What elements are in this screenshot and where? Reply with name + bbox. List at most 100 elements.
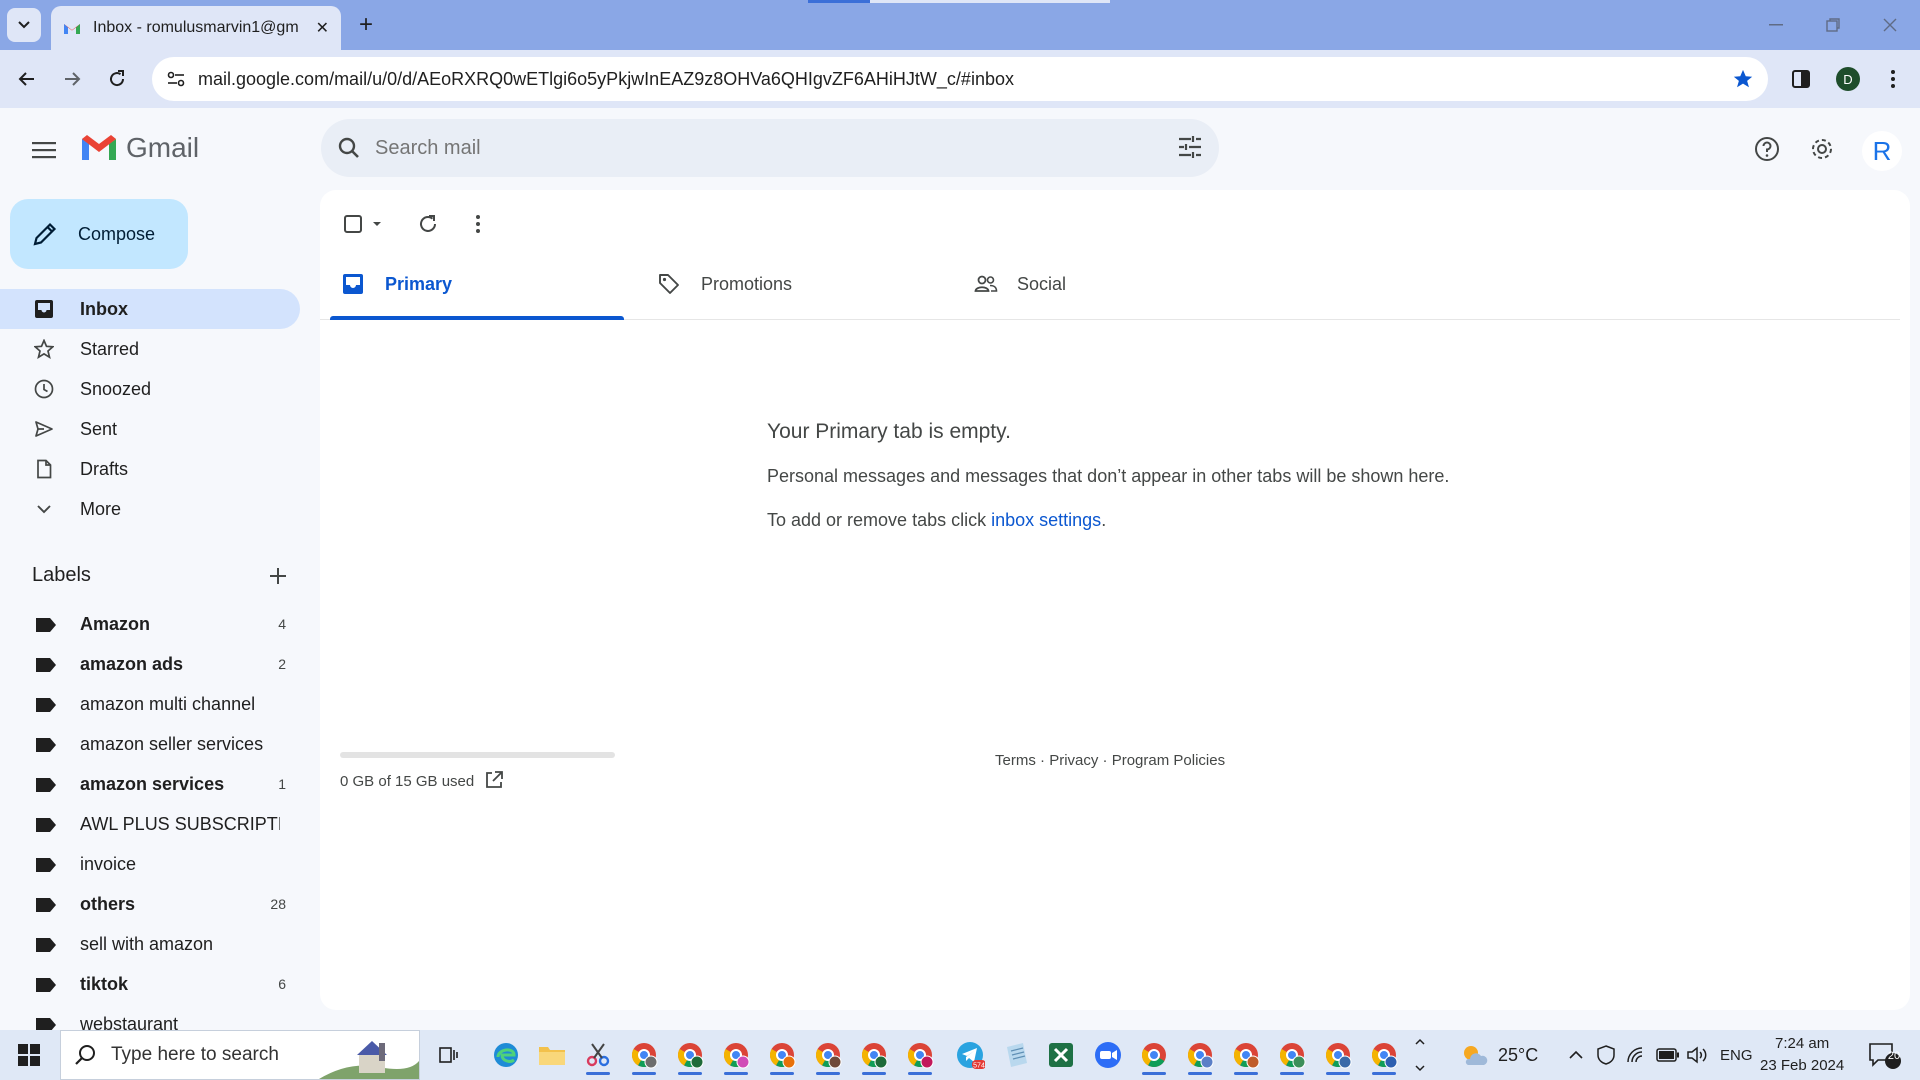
label-item[interactable]: tiktok 6 [0,964,300,1004]
gmail-logo[interactable]: Gmail [80,132,199,164]
taskbar-overflow-scroll[interactable] [1400,1035,1440,1075]
start-button[interactable] [0,1030,58,1080]
close-window-button[interactable] [1872,10,1908,40]
compose-button[interactable]: Compose [10,199,188,269]
taskbar-chrome-window[interactable] [716,1035,756,1075]
taskbar-snipping-tool[interactable] [578,1035,618,1075]
sidebar-item-snoozed[interactable]: Snoozed [0,369,300,409]
create-label-button[interactable] [264,562,292,590]
label-item[interactable]: invoice [0,844,300,884]
taskbar-chrome-window[interactable] [1364,1035,1404,1075]
notepad-icon [1007,1043,1027,1067]
taskbar-search[interactable]: Type here to search [60,1030,420,1080]
taskbar-chrome-window[interactable] [1318,1035,1358,1075]
storage-usage-bar [340,752,615,758]
bookmark-star-icon[interactable] [1732,68,1754,90]
tab-title: Inbox - romulusmarvin1@gmail [93,19,298,36]
side-panel-icon [1792,70,1810,88]
address-bar[interactable]: mail.google.com/mail/u/0/d/AEoRXRQ0wETlg… [152,57,1768,101]
taskbar-chrome-window[interactable] [1226,1035,1266,1075]
label-item[interactable]: amazon services 1 [0,764,300,804]
browser-tabstrip: Inbox - romulusmarvin1@gmail ✕ + [0,0,1920,50]
tab-promotions[interactable]: Promotions [636,248,952,320]
taskbar-notepad[interactable] [996,1035,1036,1075]
taskbar-telegram[interactable]: 574 [950,1035,990,1075]
inbox-settings-link[interactable]: inbox settings [991,510,1101,530]
clock-icon [34,379,54,399]
taskbar-chrome-window[interactable] [808,1035,848,1075]
taskbar-edge[interactable] [486,1035,526,1075]
volume-tray[interactable] [1686,1030,1708,1080]
new-tab-button[interactable]: + [352,11,380,39]
select-all-checkbox[interactable] [340,208,392,240]
tab-label: Social [1017,273,1067,294]
taskbar-chrome-window[interactable] [1272,1035,1312,1075]
label-item[interactable]: amazon multi channel [0,684,300,724]
search-icon[interactable] [337,136,361,160]
more-vert-icon [1891,70,1895,88]
taskbar-chrome-window[interactable] [854,1035,894,1075]
taskbar-chrome-window[interactable] [1180,1035,1220,1075]
checkbox-dropdown-icon [344,215,381,233]
search-input[interactable] [375,136,1115,160]
account-avatar[interactable]: R [1862,131,1902,171]
restore-button[interactable] [1815,10,1851,40]
label-unread-count: 28 [270,896,286,912]
taskbar-chrome-window[interactable] [762,1035,802,1075]
weather-widget[interactable]: 25°C [1460,1030,1538,1080]
terms-link[interactable]: Terms [995,752,1036,769]
refresh-button[interactable] [412,208,444,240]
label-item[interactable]: sell with amazon [0,924,300,964]
taskbar-file-explorer[interactable] [532,1035,572,1075]
taskbar-chrome-window[interactable] [900,1035,940,1075]
program-policies-link[interactable]: Program Policies [1112,752,1225,769]
tab-close-icon[interactable]: ✕ [316,18,329,38]
taskbar-clock[interactable]: 7:24 am 23 Feb 2024 [1760,1033,1844,1077]
side-panel-button[interactable] [1785,63,1817,95]
tab-primary[interactable]: Primary [320,248,636,320]
notification-center-button[interactable]: 20 [1868,1030,1902,1080]
tab-social[interactable]: Social [952,248,1268,320]
browser-tab-active[interactable]: Inbox - romulusmarvin1@gmail ✕ [51,6,341,50]
sidebar-item-drafts[interactable]: Drafts [0,449,300,489]
search-bar[interactable] [321,119,1219,177]
taskbar-chrome-window[interactable] [1134,1035,1174,1075]
network-tray[interactable] [1626,1030,1646,1080]
label-item[interactable]: amazon seller services [0,724,300,764]
security-tray[interactable] [1596,1030,1616,1080]
sidebar-item-inbox[interactable]: Inbox [0,289,300,329]
taskbar-chrome-window[interactable] [624,1035,664,1075]
reload-button[interactable] [101,63,133,95]
taskbar-chrome-window[interactable] [670,1035,710,1075]
minimize-button[interactable] [1758,10,1794,40]
sidebar-item-more[interactable]: More [0,489,300,529]
task-view-button[interactable] [428,1035,468,1075]
browser-menu-button[interactable] [1877,63,1909,95]
app-running-indicator [770,1072,794,1075]
tab-search-button[interactable] [7,8,41,42]
main-menu-button[interactable] [24,130,64,170]
back-button[interactable] [11,63,43,95]
label-item[interactable]: Amazon 4 [0,604,300,644]
show-hidden-icons-button[interactable] [1568,1030,1584,1080]
search-options-button[interactable] [1177,134,1203,160]
sidebar-item-sent[interactable]: Sent [0,409,300,449]
battery-icon [1656,1048,1679,1062]
label-item[interactable]: amazon ads 2 [0,644,300,684]
label-item[interactable]: others 28 [0,884,300,924]
settings-button[interactable] [1801,128,1843,170]
battery-tray[interactable] [1656,1030,1680,1080]
site-info-icon[interactable] [158,61,194,97]
privacy-link[interactable]: Privacy [1049,752,1098,769]
profile-button[interactable]: D [1832,63,1864,95]
support-button[interactable] [1746,128,1788,170]
more-actions-button[interactable] [462,208,494,240]
manage-storage-link[interactable] [484,770,504,790]
label-item[interactable]: AWL PLUS SUBSCRIPTI... [0,804,300,844]
taskbar-excel[interactable] [1041,1035,1081,1075]
sidebar-item-starred[interactable]: Starred [0,329,300,369]
taskbar-zoom[interactable] [1088,1035,1128,1075]
label-tag-icon [36,938,56,952]
forward-button[interactable] [56,63,88,95]
input-language[interactable]: ENG [1720,1030,1753,1080]
